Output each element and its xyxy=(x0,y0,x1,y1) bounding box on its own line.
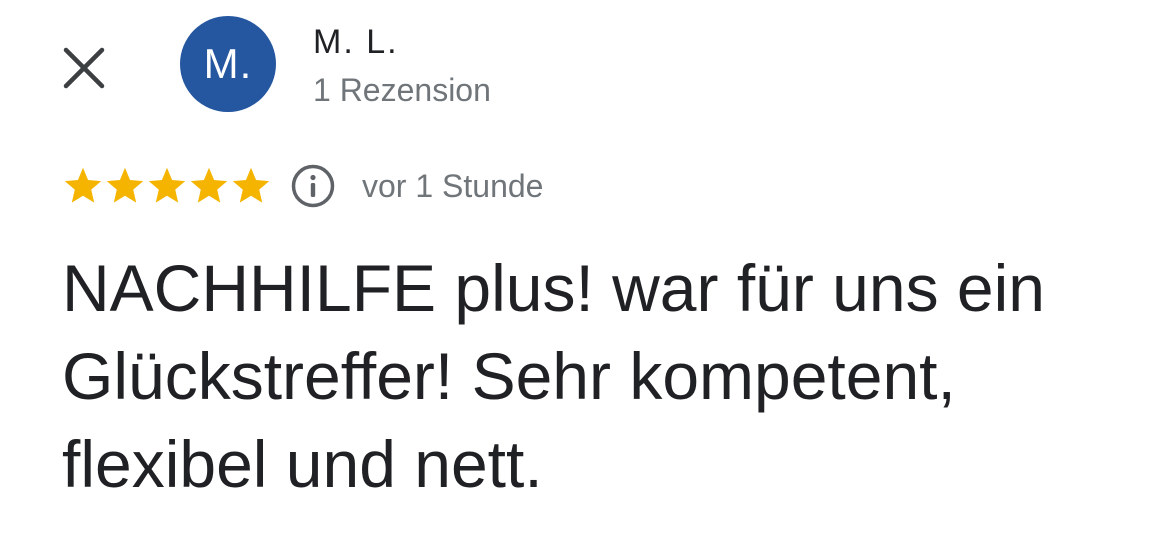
close-button[interactable] xyxy=(52,36,116,100)
avatar[interactable]: M. xyxy=(180,16,276,112)
star-icon xyxy=(148,167,186,203)
author-name: M. L. xyxy=(313,23,399,61)
star-rating xyxy=(62,165,272,207)
star-icon xyxy=(232,167,270,203)
author-info[interactable]: M. L. 1 Rezension xyxy=(313,22,491,110)
close-icon xyxy=(63,47,105,89)
star-icon xyxy=(106,167,144,203)
review-text: NACHHILFE plus! war für uns ein Glückstr… xyxy=(62,251,1046,501)
info-icon xyxy=(291,164,335,208)
info-button[interactable] xyxy=(290,163,336,209)
avatar-initials: M. xyxy=(203,40,253,87)
review-time: vor 1 Stunde xyxy=(362,167,544,204)
star-icon xyxy=(64,167,102,203)
rating-row: vor 1 Stunde xyxy=(62,163,543,209)
author-review-count: 1 Rezension xyxy=(313,72,491,108)
star-icon xyxy=(190,167,228,203)
